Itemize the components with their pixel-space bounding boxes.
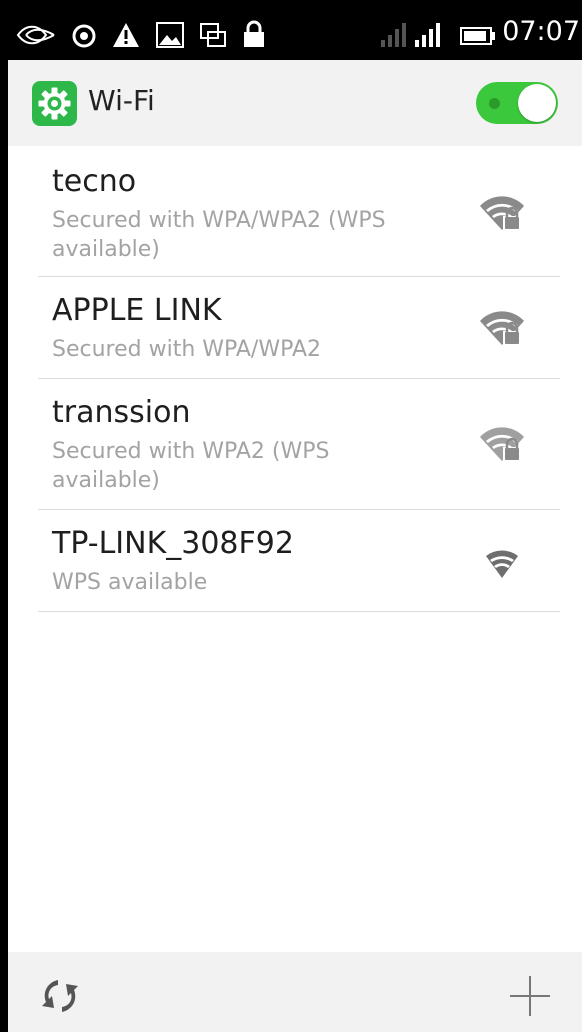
toggle-knob — [518, 84, 556, 122]
battery-icon — [460, 27, 495, 45]
refresh-icon[interactable] — [36, 972, 84, 1020]
screen-icon — [200, 23, 226, 47]
settings-gear-icon — [32, 81, 77, 126]
add-icon[interactable] — [508, 974, 552, 1018]
bottom-action-bar — [8, 952, 582, 1032]
signal-icon — [415, 23, 440, 47]
network-item[interactable]: APPLE LINK Secured with WPA/WPA2 — [38, 277, 560, 379]
lock-icon — [244, 20, 264, 47]
swype-icon — [16, 25, 55, 45]
network-item[interactable]: transsion Secured with WPA2 (WPS availab… — [38, 379, 560, 510]
network-name: transsion — [52, 395, 191, 430]
network-name: APPLE LINK — [52, 293, 222, 328]
device-frame: 07:07 Wi-Fi tecno Secured with WPA/WPA2 … — [0, 0, 582, 1032]
wifi-locked-icon — [480, 311, 524, 345]
wifi-locked-icon — [480, 196, 524, 230]
network-name: TP-LINK_308F92 — [52, 526, 294, 561]
wifi-toggle[interactable] — [476, 82, 558, 124]
status-bar: 07:07 — [8, 8, 582, 60]
toggle-indicator — [489, 98, 500, 109]
network-status: Secured with WPA/WPA2 (WPS available) — [52, 208, 386, 262]
screen: 07:07 Wi-Fi tecno Secured with WPA/WPA2 … — [8, 8, 582, 1032]
page-title: Wi-Fi — [88, 84, 155, 117]
wifi-locked-icon — [480, 427, 524, 461]
signal-icon — [381, 23, 406, 47]
network-item[interactable]: tecno Secured with WPA/WPA2 (WPS availab… — [38, 146, 560, 277]
network-name: tecno — [52, 164, 137, 199]
app-header: Wi-Fi — [8, 60, 582, 146]
image-icon — [156, 22, 184, 48]
network-item[interactable]: TP-LINK_308F92 WPS available — [38, 510, 560, 612]
network-status: Secured with WPA2 (WPS available) — [52, 439, 330, 493]
status-time: 07:07 — [502, 16, 580, 47]
warning-icon — [113, 23, 139, 47]
sync-circle-icon — [72, 24, 96, 48]
network-status: WPS available — [52, 570, 208, 595]
network-list: tecno Secured with WPA/WPA2 (WPS availab… — [8, 146, 582, 612]
wifi-icon — [486, 550, 518, 578]
network-status: Secured with WPA/WPA2 — [52, 337, 321, 362]
